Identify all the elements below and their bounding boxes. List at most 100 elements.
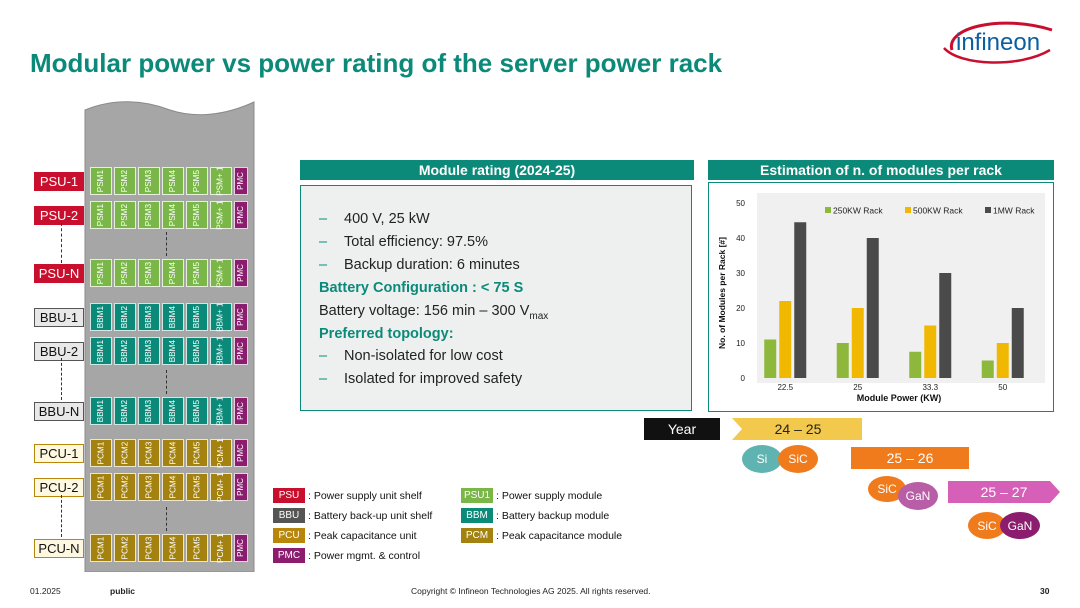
period-label-3: 25 – 27 <box>980 484 1028 500</box>
module-slot: PSM3 <box>138 259 160 287</box>
legend-swatch <box>985 207 991 213</box>
shelf-bbu-1: BBM1 BBM2 BBM3 BBM4 BBM5 BBM+ 1 PMC <box>89 302 248 332</box>
bar <box>794 222 807 378</box>
shelf-pcu-n: PCM1 PCM2 PCM3 PCM4 PCM5 PCM+ 1 PMC <box>89 533 248 563</box>
pmc-slot: PMC <box>234 439 248 467</box>
module-slot: PCM5 <box>186 534 208 562</box>
module-slot: PCM3 <box>138 473 160 501</box>
module-slot: BBM1 <box>90 303 112 331</box>
tech-sic: SiC <box>778 445 818 473</box>
pmc-slot: PMC <box>234 397 248 425</box>
module-slot: PSM4 <box>162 167 184 195</box>
dashed-connector <box>166 507 167 531</box>
module-slot: PCM1 <box>90 473 112 501</box>
pmc-slot: PMC <box>234 337 248 365</box>
rating-bullet: – Backup duration: 6 minutes <box>319 257 520 273</box>
module-slot: BBM3 <box>138 337 160 365</box>
footer-copyright: Copyright © Infineon Technologies AG 202… <box>411 586 651 596</box>
pmc-slot: PMC <box>234 167 248 195</box>
module-rating-panel: –400 V, 25 kW – Total efficiency: 97.5% –… <box>300 185 692 411</box>
infineon-logo: infineon <box>940 14 1058 66</box>
shelf-label-pcu-1: PCU-1 <box>34 444 84 463</box>
legend-item: PSU: Power supply unit shelf <box>273 488 422 503</box>
y-tick-label: 20 <box>736 304 745 313</box>
y-tick-label: 0 <box>741 374 746 383</box>
page-number: 30 <box>1040 586 1050 596</box>
shelf-pcu-2: PCM1 PCM2 PCM3 PCM4 PCM5 PCM+ 1 PMC <box>89 472 248 502</box>
modules-bar-chart: 0 10 20 30 40 50 22.5 25 33.3 50 Module Power (KW)… <box>717 193 1045 403</box>
module-slot: BBM4 <box>162 303 184 331</box>
module-slot: BBM5 <box>186 397 208 425</box>
shelf-label-pcu-n: PCU-N <box>34 539 84 558</box>
shelf-bbu-n: BBM1 BBM2 BBM3 BBM4 BBM5 BBM+ 1 PMC <box>89 396 248 426</box>
shelf-psu-n: PSM1 PSM2 PSM3 PSM4 PSM5 PSM+ 1 PMC <box>89 258 248 288</box>
rating-bullet: – Total efficiency: 97.5% <box>319 234 489 250</box>
module-slot: PSM5 <box>186 201 208 229</box>
module-slot: BBM+ 1 <box>210 336 232 366</box>
dashed-connector <box>61 223 62 263</box>
module-slot: BBM2 <box>114 397 136 425</box>
legend-text: : Power mgmt. & control <box>308 549 421 562</box>
chart-legend-label: 1MW Rack <box>993 206 1035 216</box>
legend-text: : Battery backup module <box>496 509 610 522</box>
module-slot: PCM2 <box>114 473 136 501</box>
module-slot: PCM2 <box>114 439 136 467</box>
module-slot: PSM+ 1 <box>210 166 232 196</box>
period-label-2: 25 – 26 <box>851 447 969 469</box>
legend-tag: PCM <box>461 528 493 543</box>
tech-si: Si <box>742 445 782 473</box>
legend-item: BBU: Battery back-up unit shelf <box>273 508 432 523</box>
legend-item: PMC: Power mgmt. & control <box>273 548 420 563</box>
legend-text: : Peak capacitance module <box>496 529 623 542</box>
shelf-psu-1: PSM1 PSM2 PSM3 PSM4 PSM5 PSM+ 1 PMC <box>89 166 248 196</box>
module-slot: PCM5 <box>186 473 208 501</box>
bar <box>924 325 937 378</box>
module-slot: PCM2 <box>114 534 136 562</box>
module-slot: BBM+ 1 <box>210 396 232 426</box>
legend-tag: PSU1 <box>461 488 493 503</box>
module-slot: PSM3 <box>138 201 160 229</box>
shelf-label-bbu-1: BBU-1 <box>34 308 84 327</box>
y-axis-label: No. of Modules per Rack [#] <box>717 237 727 349</box>
bar <box>909 351 922 378</box>
module-slot: PSM2 <box>114 201 136 229</box>
module-slot: PSM5 <box>186 259 208 287</box>
module-slot: PCM3 <box>138 439 160 467</box>
legend-tag: PSU <box>273 488 305 503</box>
module-slot: PSM1 <box>90 167 112 195</box>
module-slot: PCM+ 1 <box>210 472 232 502</box>
y-tick-label: 30 <box>736 269 745 278</box>
legend-swatch <box>905 207 911 213</box>
bar <box>851 308 864 378</box>
dashed-connector <box>166 370 167 394</box>
pmc-slot: PMC <box>234 201 248 229</box>
shelf-label-pcu-2: PCU-2 <box>34 478 84 497</box>
module-slot: PSM3 <box>138 167 160 195</box>
bar <box>996 343 1009 378</box>
page-title: Modular power vs power rating of the ser… <box>30 48 723 78</box>
shelf-pcu-1: PCM1 PCM2 PCM3 PCM4 PCM5 PCM+ 1 PMC <box>89 438 248 468</box>
shelf-label-bbu-2: BBU-2 <box>34 342 84 361</box>
module-slot: PCM4 <box>162 439 184 467</box>
bar <box>981 360 994 378</box>
module-slot: PSM2 <box>114 167 136 195</box>
legend-item: PSU1: Power supply module <box>461 488 602 503</box>
bar <box>764 339 777 378</box>
year-label: Year <box>644 418 720 440</box>
pmc-slot: PMC <box>234 473 248 501</box>
pmc-slot: PMC <box>234 534 248 562</box>
y-tick-label: 10 <box>736 339 745 348</box>
module-slot: PCM3 <box>138 534 160 562</box>
logo-text: infineon <box>956 29 1040 56</box>
x-tick-label: 25 <box>853 383 862 392</box>
module-slot: BBM1 <box>90 337 112 365</box>
chart-header: Estimation of n. of modules per rack <box>708 160 1054 180</box>
chart-legend-label: 500KW Rack <box>913 206 963 216</box>
legend-text: : Power supply unit shelf <box>308 489 422 502</box>
module-slot: PCM4 <box>162 473 184 501</box>
legend-tag: BBU <box>273 508 305 523</box>
module-slot: PSM1 <box>90 201 112 229</box>
legend-item: PCM: Peak capacitance module <box>461 528 622 543</box>
shelf-psu-2: PSM1 PSM2 PSM3 PSM4 PSM5 PSM+ 1 PMC <box>89 200 248 230</box>
module-slot: PSM4 <box>162 201 184 229</box>
